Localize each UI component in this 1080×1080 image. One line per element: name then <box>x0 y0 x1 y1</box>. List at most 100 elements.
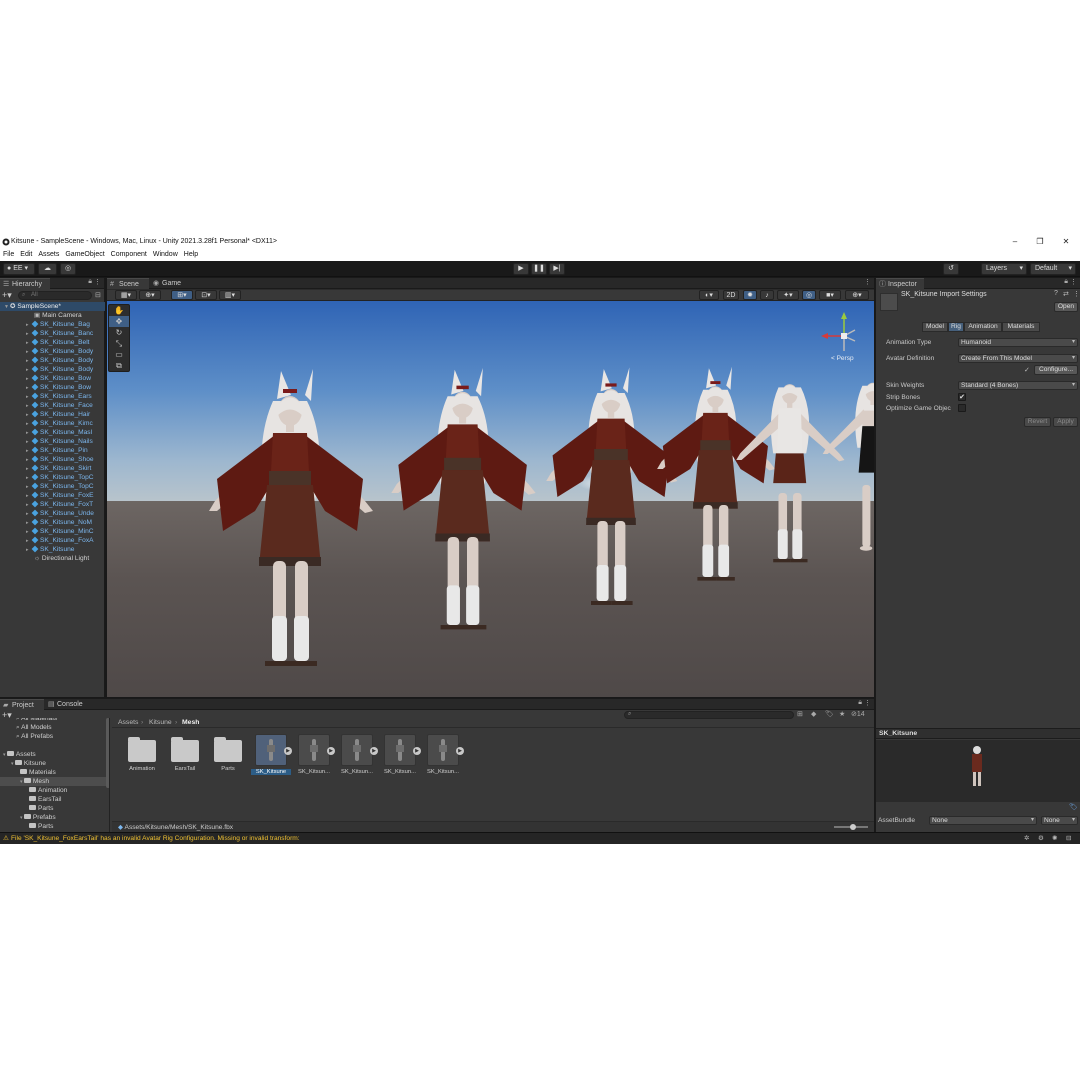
expand-arrow-icon[interactable]: ▸ <box>26 546 32 554</box>
gizmo-persp-label[interactable]: < Persp <box>831 355 854 362</box>
hierarchy-item[interactable]: ▸ SK_Kitsune_FoxE <box>0 491 105 500</box>
tree-scrollbar[interactable] <box>106 718 109 788</box>
folder-asset[interactable]: Parts <box>208 734 248 772</box>
cache-icon[interactable]: ✺ <box>1052 833 1058 844</box>
expand-asset-icon[interactable]: ▶ <box>327 747 335 755</box>
rotate-tool-icon[interactable]: ↻ <box>109 327 129 338</box>
hierarchy-item[interactable]: ▸ SK_Kitsune_Bag <box>0 320 105 329</box>
folder-item[interactable]: Animation <box>0 786 109 795</box>
expand-arrow-icon[interactable]: ▸ <box>26 402 32 410</box>
breadcrumb-mesh[interactable]: Mesh <box>182 719 199 726</box>
snap-increment-dropdown[interactable]: ⊡▾ <box>195 290 217 300</box>
add-object-button[interactable]: +▾ <box>2 291 14 300</box>
layers-dropdown[interactable]: Layers ▾ <box>981 263 1027 275</box>
favorite-item[interactable]: ⌕ All Prefabs <box>0 732 109 741</box>
icon-size-slider[interactable] <box>834 824 868 830</box>
favorite-item[interactable]: ⌕ All Models <box>0 723 109 732</box>
collab-button[interactable]: ◎ <box>60 263 76 275</box>
help-icon[interactable]: ? <box>1054 290 1058 297</box>
hierarchy-item[interactable]: ▸ SK_Kitsune_FoxT <box>0 500 105 509</box>
hierarchy-item[interactable]: ▸ SK_Kitsune_Body <box>0 365 105 374</box>
rect-tool-icon[interactable]: ▭ <box>109 349 129 360</box>
tab-game[interactable]: ◉ Game <box>150 278 186 289</box>
folder-item[interactable]: Materials <box>0 768 109 777</box>
expand-arrow-icon[interactable]: ▸ <box>26 348 32 356</box>
hierarchy-item[interactable]: ▸ SK_Kitsune_Ears <box>0 392 105 401</box>
layout-dropdown[interactable]: Default ▾ <box>1030 263 1076 275</box>
expand-arrow-icon[interactable]: ▸ <box>26 528 32 536</box>
expand-arrow-icon[interactable]: ▸ <box>26 501 32 509</box>
hierarchy-item[interactable]: ▸ SK_Kitsune_Masl <box>0 428 105 437</box>
scale-tool-icon[interactable]: ⤡ <box>109 338 129 349</box>
expand-arrow-icon[interactable]: ▸ <box>26 330 32 338</box>
folder-item[interactable]: Parts <box>0 822 109 831</box>
menu-component[interactable]: Component <box>108 248 150 261</box>
menu-edit[interactable]: Edit <box>17 248 35 261</box>
expand-arrow-icon[interactable]: ▸ <box>26 411 32 419</box>
expand-asset-icon[interactable]: ▶ <box>370 747 378 755</box>
hierarchy-item[interactable]: ▸ SK_Kitsune_Skirt <box>0 464 105 473</box>
expand-arrow-icon[interactable]: ▸ <box>26 420 32 428</box>
draw-mode-dropdown[interactable]: ▦▾ <box>115 290 137 300</box>
menu-gameobject[interactable]: GameObject <box>62 248 107 261</box>
folder-item[interactable]: ▾ Assets <box>0 750 109 759</box>
revert-button[interactable]: Revert <box>1024 417 1051 427</box>
hierarchy-item[interactable]: ▸ SK_Kitsune_Face <box>0 401 105 410</box>
toggle-2d-button[interactable]: 2D <box>723 290 739 300</box>
hierarchy-item[interactable]: ▸ SK_Kitsune_MinC <box>0 527 105 536</box>
hierarchy-item[interactable]: ▸ SK_Kitsune_NoM <box>0 518 105 527</box>
expand-arrow-icon[interactable]: ▸ <box>26 393 32 401</box>
breadcrumb-kitsune[interactable]: Kitsune <box>149 719 172 726</box>
tab-animation[interactable]: Animation <box>964 322 1002 332</box>
hierarchy-item[interactable]: ▸ SK_Kitsune_FoxA <box>0 536 105 545</box>
avatar-definition-dropdown[interactable]: Create From This Model <box>958 354 1078 363</box>
hierarchy-item[interactable]: ▸ SK_Kitsune_Belt <box>0 338 105 347</box>
play-button[interactable]: ▶ <box>513 263 529 275</box>
hierarchy-item[interactable]: ▸ SK_Kitsune_Bow <box>0 383 105 392</box>
effects-dropdown[interactable]: ✦▾ <box>777 290 799 300</box>
strip-bones-checkbox[interactable]: ✔ <box>958 393 966 401</box>
restore-icon[interactable]: ❐ <box>1028 236 1052 248</box>
expand-arrow-icon[interactable]: ▸ <box>26 429 32 437</box>
open-button[interactable]: Open <box>1054 302 1078 312</box>
expand-arrow-icon[interactable]: ▸ <box>26 438 32 446</box>
hierarchy-item[interactable]: ▸ SK_Kitsune_TopC <box>0 482 105 491</box>
expand-asset-icon[interactable]: ▶ <box>413 747 421 755</box>
breadcrumb-assets[interactable]: Assets <box>118 719 138 726</box>
folder-item[interactable]: ▾ Kitsune <box>0 759 109 768</box>
expand-arrow-icon[interactable]: ▸ <box>26 366 32 374</box>
expand-asset-icon[interactable]: ▶ <box>284 747 292 755</box>
folder-asset[interactable]: Animation <box>122 734 162 772</box>
folder-item[interactable]: Parts <box>0 804 109 813</box>
hierarchy-item[interactable]: ▸ SK_Kitsune_Unde <box>0 509 105 518</box>
hierarchy-item[interactable]: ▸ SK_Kitsune_Shoe <box>0 455 105 464</box>
folder-asset[interactable]: EarsTail <box>165 734 205 772</box>
scene-viewport[interactable]: ✋ ✥ ↻ ⤡ ▭ ⧉ < Persp <box>107 301 874 697</box>
more-icon[interactable]: ⋮ <box>1073 290 1080 298</box>
kitsune-character-model[interactable] <box>209 369 373 666</box>
progress-icon[interactable]: ⚙ <box>1038 833 1044 844</box>
hierarchy-item[interactable]: ▸ SK_Kitsune_Nails <box>0 437 105 446</box>
tab-scene[interactable]: # Scene <box>107 278 149 289</box>
assetbundle-dropdown[interactable]: None <box>929 816 1037 825</box>
expand-arrow-icon[interactable]: ▸ <box>26 465 32 473</box>
expand-asset-icon[interactable]: ▶ <box>456 747 464 755</box>
assetbundle-variant-dropdown[interactable]: None <box>1041 816 1078 825</box>
shading-mode-dropdown[interactable]: ◐▾ <box>699 290 719 300</box>
hierarchy-item[interactable]: ▸ SK_Kitsune_Body <box>0 356 105 365</box>
tag-icon[interactable]: 🏷︎ <box>825 710 834 718</box>
menu-assets[interactable]: Assets <box>35 248 62 261</box>
apply-button[interactable]: Apply <box>1053 417 1078 427</box>
lighting-toggle[interactable]: ✹ <box>743 290 757 300</box>
menu-window[interactable]: Window <box>150 248 181 261</box>
history-button[interactable]: ↺ <box>943 263 959 275</box>
ruler-dropdown[interactable]: ▥▾ <box>219 290 241 300</box>
tab-model[interactable]: Model <box>922 322 948 332</box>
cloud-button[interactable]: ☁ <box>38 263 57 275</box>
tab-hierarchy[interactable]: ☰ Hierarchy <box>0 278 50 289</box>
tab-console[interactable]: ▤ Console <box>45 699 89 710</box>
hierarchy-search-input[interactable]: ⌕ All <box>18 291 92 300</box>
lock-icon[interactable]: 🔒︎ <box>858 699 862 707</box>
star-icon[interactable]: ★ <box>839 710 845 718</box>
hidden-packages-button[interactable]: ⊘14 <box>851 710 865 718</box>
